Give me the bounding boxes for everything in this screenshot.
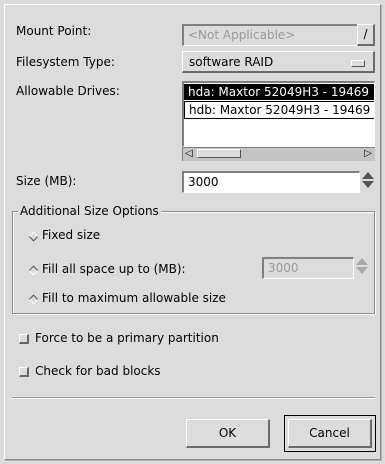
size-spin-buttons[interactable]: [361, 172, 375, 188]
bad-blocks-checkbox[interactable]: [19, 367, 29, 377]
filesystem-type-option-menu[interactable]: software RAID: [182, 51, 375, 73]
drive-list-item[interactable]: hdb: Maxtor 52049H3 - 19469: [184, 101, 374, 119]
ok-button[interactable]: OK: [186, 419, 270, 448]
force-primary-checkbox[interactable]: [19, 334, 29, 344]
allowable-drives-label: Allowable Drives:: [16, 84, 120, 98]
fixed-size-label[interactable]: Fixed size: [42, 228, 100, 242]
spin-up-icon[interactable]: [356, 258, 368, 265]
button-area-separator: [12, 397, 375, 399]
spin-down-icon[interactable]: [356, 267, 368, 274]
filesystem-type-label: Filesystem Type:: [16, 55, 115, 69]
mount-point-dropdown-button[interactable]: /: [357, 24, 375, 46]
fill-upto-spin-buttons[interactable]: [355, 258, 369, 274]
mount-point-combo-entry[interactable]: <Not Applicable>: [182, 24, 358, 46]
option-menu-indicator-icon: [351, 60, 365, 67]
size-spin-entry[interactable]: 3000: [182, 171, 360, 193]
size-label: Size (MB):: [16, 174, 77, 188]
fill-upto-spin-entry[interactable]: 3000: [262, 257, 354, 279]
dropdown-arrow-icon: /: [363, 27, 368, 41]
mount-point-label: Mount Point:: [16, 24, 92, 38]
drives-horizontal-scrollbar[interactable]: ◁ ▷: [182, 147, 375, 161]
spin-down-icon[interactable]: [362, 181, 374, 188]
additional-size-options-title: Additional Size Options: [18, 204, 161, 218]
cancel-button[interactable]: Cancel: [288, 419, 372, 448]
force-primary-label[interactable]: Force to be a primary partition: [35, 331, 219, 345]
allowable-drives-list[interactable]: hda: Maxtor 52049H3 - 19469 hdb: Maxtor …: [182, 81, 375, 147]
scroll-right-arrow-icon[interactable]: ▷: [364, 148, 372, 160]
bad-blocks-label[interactable]: Check for bad blocks: [35, 364, 161, 378]
scrollbar-thumb[interactable]: [197, 149, 241, 158]
drive-list-item[interactable]: hda: Maxtor 52049H3 - 19469: [184, 84, 374, 101]
scroll-left-arrow-icon[interactable]: ◁: [185, 148, 193, 160]
spin-up-icon[interactable]: [362, 172, 374, 179]
partition-dialog: Mount Point: <Not Applicable> / Filesyst…: [0, 0, 385, 464]
filesystem-type-value: software RAID: [189, 55, 274, 69]
fill-max-label[interactable]: Fill to maximum allowable size: [42, 291, 226, 305]
fill-upto-label[interactable]: Fill all space up to (MB):: [42, 262, 186, 276]
